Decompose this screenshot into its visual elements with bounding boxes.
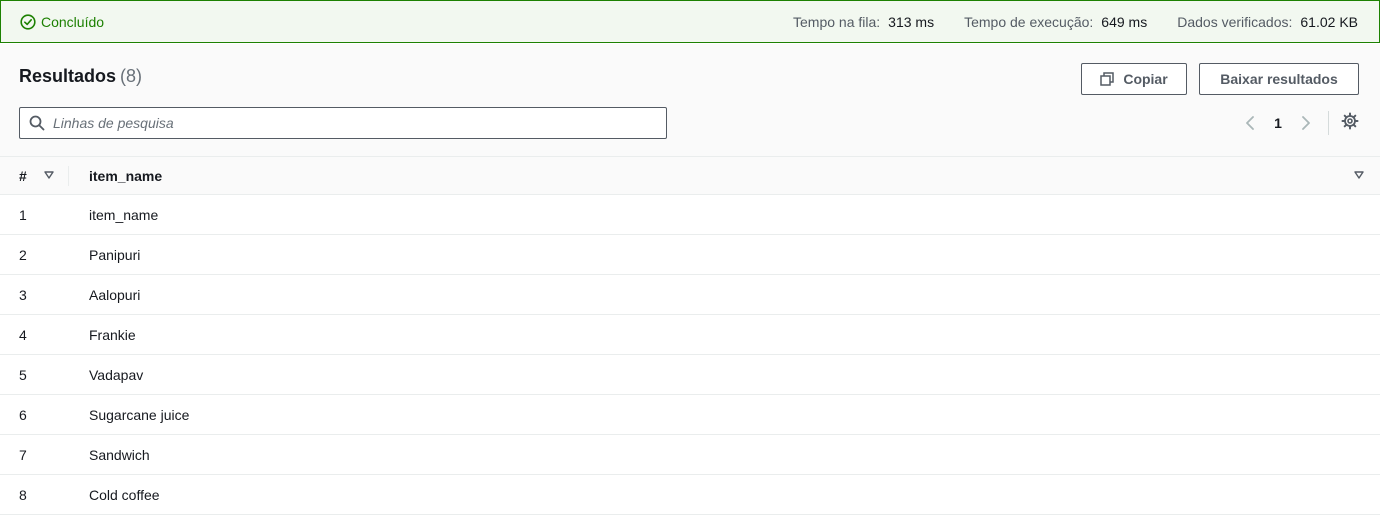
metric-data-scanned: Dados verificados: 61.02 KB (1177, 14, 1358, 30)
page-number[interactable]: 1 (1260, 115, 1296, 131)
metric-execution-time: Tempo de execução: 649 ms (964, 14, 1147, 30)
metric-label: Tempo na fila: (793, 13, 881, 30)
item-name-cell: Panipuri (89, 247, 141, 263)
column-header-number: # (19, 168, 27, 184)
table-row: 6 Sugarcane juice (0, 395, 1380, 435)
status-bar: Concluído Tempo na fila: 313 ms Tempo de… (0, 0, 1380, 43)
row-number: 4 (19, 327, 27, 343)
row-number: 1 (19, 207, 27, 223)
copy-button[interactable]: Copiar (1081, 63, 1187, 95)
metric-value: 313 ms (888, 13, 935, 30)
copy-button-label: Copiar (1123, 71, 1168, 87)
table-row: 4 Frankie (0, 315, 1380, 355)
results-header: Resultados (8) (19, 66, 142, 87)
pagination: 1 (1240, 111, 1359, 135)
download-button-label: Baixar resultados (1220, 71, 1338, 87)
status-indicator: Concluído (1, 14, 104, 30)
chevron-left-icon (1246, 116, 1254, 130)
sort-icon[interactable] (1354, 170, 1364, 180)
row-number: 7 (19, 447, 27, 463)
item-name-cell: Sugarcane juice (89, 407, 190, 423)
results-panel: Resultados (8) Copiar Baixar resultados … (0, 44, 1380, 515)
row-number: 3 (19, 287, 27, 303)
copy-icon (1100, 72, 1115, 86)
search-icon (29, 115, 45, 131)
search-box (19, 107, 667, 139)
row-number: 5 (19, 367, 27, 383)
column-divider (68, 166, 69, 186)
chevron-right-icon (1302, 116, 1310, 130)
next-page-button[interactable] (1296, 113, 1316, 133)
row-number: 2 (19, 247, 27, 263)
results-count: (8) (120, 66, 143, 86)
metric-queue-time: Tempo na fila: 313 ms (793, 14, 934, 30)
metric-label: Tempo de execução: (964, 13, 1094, 30)
search-input[interactable] (53, 115, 653, 131)
column-header-item-name[interactable]: item_name (89, 168, 162, 184)
check-circle-icon (20, 13, 36, 30)
item-name-cell: Cold coffee (89, 487, 160, 503)
table-row: 5 Vadapav (0, 355, 1380, 395)
table-row: 2 Panipuri (0, 235, 1380, 275)
metric-value: 649 ms (1101, 13, 1148, 30)
metric-value: 61.02 KB (1300, 13, 1358, 30)
table-row: 1 item_name (0, 195, 1380, 235)
table-row: 8 Cold coffee (0, 475, 1380, 515)
table-row: 7 Sandwich (0, 435, 1380, 475)
row-number: 6 (19, 407, 27, 423)
metric-label: Dados verificados: (1177, 13, 1293, 30)
query-metrics: Tempo na fila: 313 ms Tempo de execução:… (763, 14, 1379, 30)
download-results-button[interactable]: Baixar resultados (1199, 63, 1359, 95)
item-name-cell: Frankie (89, 327, 136, 343)
sort-icon[interactable] (44, 170, 54, 180)
table-row: 3 Aalopuri (0, 275, 1380, 315)
item-name-cell: Sandwich (89, 447, 150, 463)
table-header: # item_name (0, 156, 1380, 195)
item-name-cell: Vadapav (89, 367, 144, 383)
status-label: Concluído (41, 13, 105, 30)
gear-icon (1341, 112, 1359, 129)
table-body: 1 item_name 2 Panipuri 3 Aalopuri 4 Fran… (0, 195, 1380, 515)
item-name-cell: item_name (89, 207, 159, 223)
results-title: Resultados (19, 66, 117, 86)
previous-page-button[interactable] (1240, 113, 1260, 133)
preferences-button[interactable] (1341, 112, 1359, 135)
results-table: # item_name 1 item_name 2 Panipuri 3 Aal… (0, 156, 1380, 515)
row-number: 8 (19, 487, 27, 503)
pager-divider (1328, 111, 1329, 135)
item-name-cell: Aalopuri (89, 287, 141, 303)
